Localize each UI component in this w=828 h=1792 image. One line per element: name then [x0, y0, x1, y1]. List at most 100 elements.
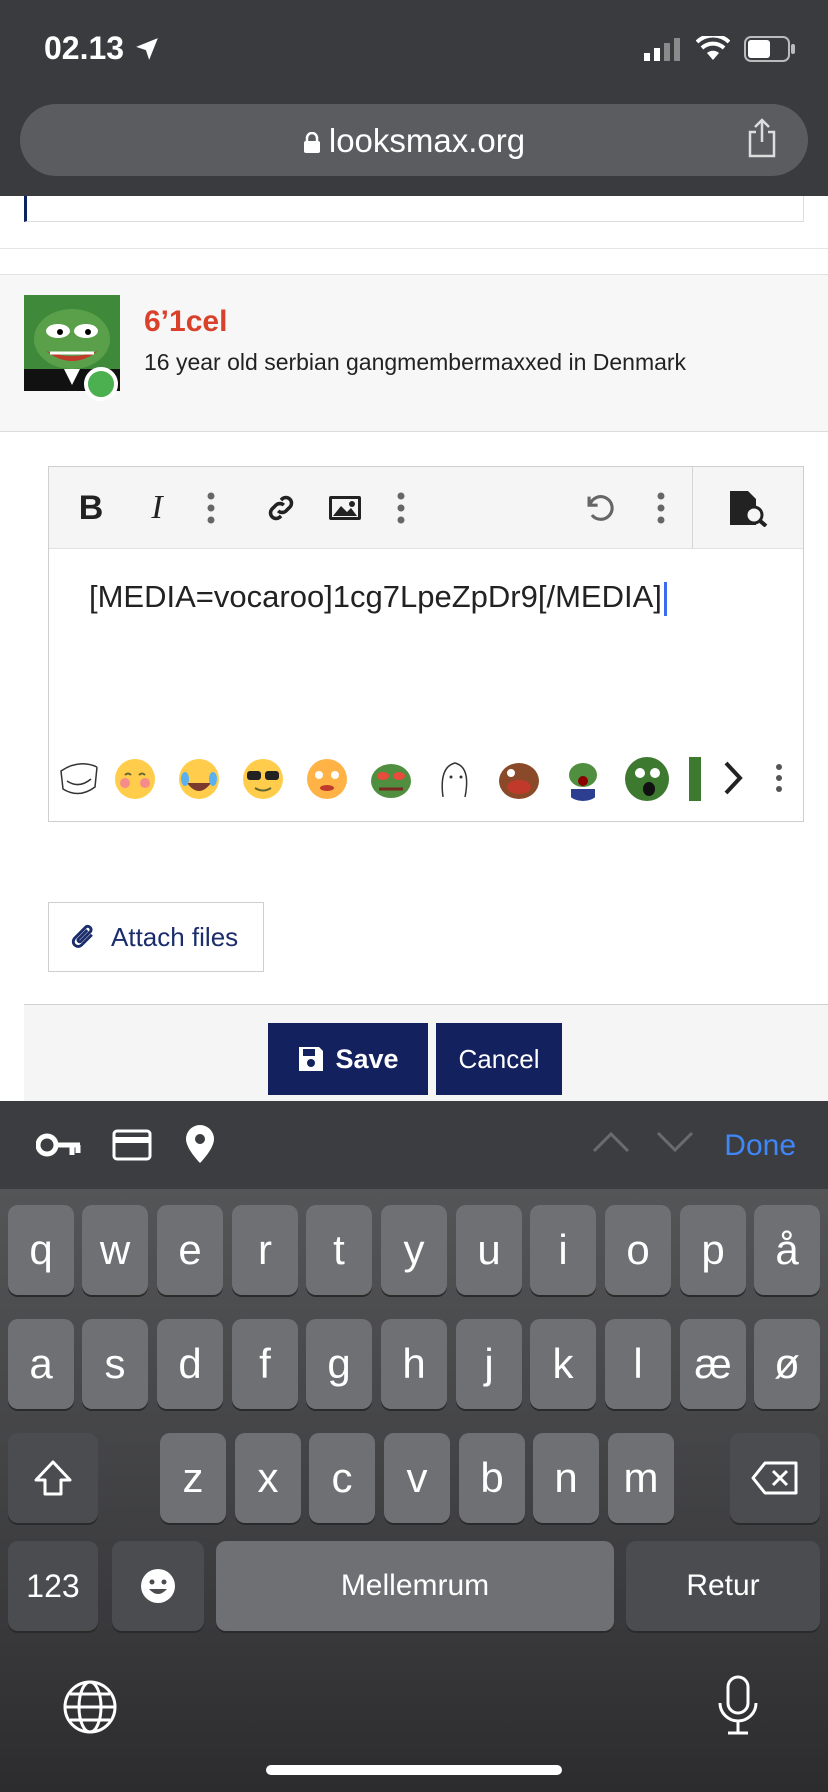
key-t[interactable]: t [306, 1205, 372, 1295]
backspace-key[interactable] [730, 1433, 820, 1523]
signal-icon [644, 38, 680, 61]
message-editor[interactable]: B I [MEDIA=vocaroo]1cg7LpeZpDr9[/MEDIA] [48, 466, 804, 822]
more-vertical-icon[interactable] [649, 485, 673, 531]
preview-icon[interactable] [723, 485, 773, 531]
key-z[interactable]: z [160, 1433, 226, 1523]
more-vertical-icon[interactable] [389, 485, 413, 531]
key-b[interactable]: b [459, 1433, 525, 1523]
space-key[interactable]: Mellemrum [216, 1541, 614, 1631]
italic-icon[interactable]: I [137, 485, 177, 531]
save-button[interactable]: Save [268, 1023, 428, 1095]
key-a-ring[interactable]: å [754, 1205, 820, 1295]
bold-icon[interactable]: B [71, 485, 111, 531]
angry-pepe-icon[interactable] [369, 757, 413, 801]
key-d[interactable]: d [157, 1319, 223, 1409]
emoji-bar [57, 757, 797, 805]
pepe-partial-icon[interactable] [689, 757, 701, 801]
editor-toolbar: B I [49, 467, 803, 549]
chevron-up-icon[interactable] [592, 1131, 630, 1153]
undo-icon[interactable] [579, 485, 619, 531]
flushed-emoji-icon[interactable] [305, 757, 349, 801]
image-icon[interactable] [325, 485, 365, 531]
attach-files-button[interactable]: Attach files [48, 902, 264, 972]
cancel-button[interactable]: Cancel [436, 1023, 562, 1095]
key-c[interactable]: c [309, 1433, 375, 1523]
url-text: looksmax.org [328, 122, 526, 159]
cancel-label: Cancel [458, 1043, 540, 1074]
key-r[interactable]: r [232, 1205, 298, 1295]
key-a[interactable]: a [8, 1319, 74, 1409]
key-y[interactable]: y [381, 1205, 447, 1295]
key-o[interactable]: o [605, 1205, 671, 1295]
editor-text: [MEDIA=vocaroo]1cg7LpeZpDr9[/MEDIA] [89, 579, 662, 614]
paperclip-icon [71, 924, 93, 948]
key-l[interactable]: l [605, 1319, 671, 1409]
lock-icon [303, 132, 320, 154]
battery-icon [744, 36, 795, 62]
key-w[interactable]: w [82, 1205, 148, 1295]
save-label: Save [335, 1043, 399, 1074]
chevron-down-icon[interactable] [656, 1131, 694, 1153]
shift-key[interactable] [8, 1433, 98, 1523]
user-title: 16 year old serbian gangmembermaxxed in … [144, 349, 687, 375]
pepe-shocked-icon[interactable] [625, 757, 669, 801]
share-icon[interactable] [746, 118, 778, 158]
key-ae[interactable]: æ [680, 1319, 746, 1409]
status-time: 02.13 [44, 30, 125, 66]
wojak-icon[interactable] [433, 757, 477, 801]
emoji-key[interactable] [112, 1541, 204, 1631]
key-v[interactable]: v [384, 1433, 450, 1523]
pepe-rage-icon[interactable] [497, 757, 541, 801]
key-m[interactable]: m [608, 1433, 674, 1523]
home-indicator [266, 1765, 562, 1775]
sunglasses-emoji-icon[interactable] [241, 757, 285, 801]
form-actions: Save Cancel [24, 1004, 828, 1101]
crying-laughing-emoji-icon[interactable] [177, 757, 221, 801]
previous-post-edge [24, 196, 804, 222]
reply-page: 6’1cel 16 year old serbian gangmembermax… [0, 196, 828, 1101]
troll-face-icon[interactable] [57, 757, 101, 801]
address-bar[interactable]: looksmax.org [20, 104, 808, 176]
key-n[interactable]: n [533, 1433, 599, 1523]
key-q[interactable]: q [8, 1205, 74, 1295]
editor-content[interactable]: [MEDIA=vocaroo]1cg7LpeZpDr9[/MEDIA] [89, 579, 667, 616]
key-x[interactable]: x [235, 1433, 301, 1523]
key-s[interactable]: s [82, 1319, 148, 1409]
more-vertical-icon[interactable] [199, 485, 223, 531]
text-cursor [663, 581, 667, 616]
author-block: 6’1cel 16 year old serbian gangmembermax… [0, 274, 828, 513]
key-e[interactable]: e [157, 1205, 223, 1295]
location-arrow-icon [136, 38, 158, 60]
globe-icon[interactable] [62, 1679, 118, 1735]
username[interactable]: 6’1cel [144, 305, 227, 339]
link-icon[interactable] [261, 485, 301, 531]
status-icons [644, 36, 796, 62]
done-button[interactable]: Done [724, 1129, 796, 1163]
attach-files-label: Attach files [111, 921, 239, 952]
key-h[interactable]: h [381, 1319, 447, 1409]
chevron-right-icon[interactable] [721, 759, 745, 797]
keyboard-accessory-bar: Done [0, 1101, 828, 1189]
key-f[interactable]: f [232, 1319, 298, 1409]
numbers-key[interactable]: 123 [8, 1541, 98, 1631]
microphone-icon[interactable] [716, 1675, 760, 1737]
backspace-icon [751, 1461, 798, 1495]
shift-icon [34, 1460, 72, 1496]
credit-card-icon[interactable] [112, 1129, 152, 1161]
return-key[interactable]: Retur [626, 1541, 820, 1631]
more-vertical-icon[interactable] [775, 763, 783, 793]
browser-chrome: 02.13 looksmax.org [0, 0, 828, 196]
key-icon[interactable] [36, 1131, 82, 1159]
key-u[interactable]: u [456, 1205, 522, 1295]
floppy-disk-icon [299, 1047, 324, 1071]
key-g[interactable]: g [306, 1319, 372, 1409]
location-pin-icon[interactable] [184, 1123, 216, 1165]
key-o-slash[interactable]: ø [754, 1319, 820, 1409]
key-i[interactable]: i [530, 1205, 596, 1295]
pepe-suit-icon[interactable] [561, 757, 605, 801]
key-j[interactable]: j [456, 1319, 522, 1409]
key-p[interactable]: p [680, 1205, 746, 1295]
online-status-icon [84, 367, 118, 401]
blush-emoji-icon[interactable] [113, 757, 157, 801]
key-k[interactable]: k [530, 1319, 596, 1409]
